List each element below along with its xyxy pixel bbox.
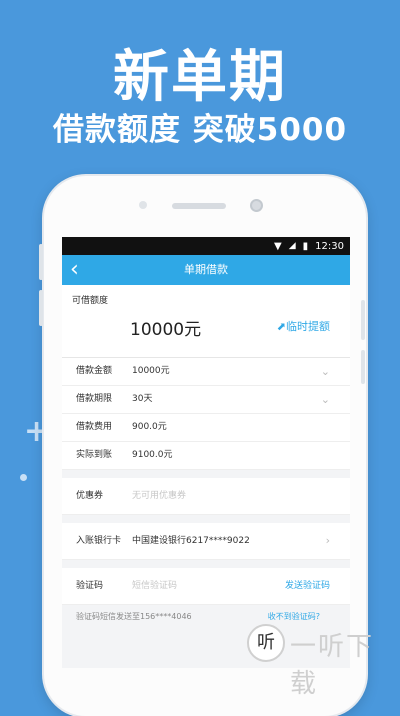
nav-bar: ‹ 单期借款 — [62, 255, 350, 285]
app-screen: ▼ ◢ ▮ 12:30 ‹ 单期借款 可借额度 10000元 ⬈临时提额 借款金… — [62, 237, 350, 668]
page-title: 单期借款 — [184, 263, 228, 276]
dot-decoration — [20, 474, 27, 481]
bank-value: 中国建设银行6217****9022 — [132, 536, 250, 546]
chevron-right-icon: › — [325, 534, 330, 547]
sms-hint-text: 验证码短信发送至156****4046 — [76, 612, 192, 621]
bank-group: 入账银行卡 中国建设银行6217****9022 › — [62, 523, 350, 560]
wifi-icon: ▼ — [274, 240, 282, 252]
phone-front-camera-icon — [250, 199, 263, 212]
phone-side-button-right-2 — [361, 350, 365, 384]
status-time: 12:30 — [315, 240, 344, 252]
promo-subline: 借款额度 突破5000 — [52, 112, 348, 148]
quota-label: 可借额度 — [72, 296, 109, 306]
row-value: 900.0元 — [132, 422, 167, 432]
promo-headline: 新单期 — [113, 45, 287, 110]
phone-camera-icon — [139, 201, 147, 209]
chevron-down-icon: ⌄ — [320, 393, 330, 406]
phone-side-button-right-1 — [361, 300, 365, 340]
battery-icon: ▮ — [302, 240, 309, 252]
row-value: 10000元 — [132, 366, 170, 376]
signal-icon: ◢ — [288, 241, 296, 251]
status-bar: ▼ ◢ ▮ 12:30 — [62, 237, 350, 255]
verify-label: 验证码 — [76, 581, 104, 591]
coupon-label: 优惠券 — [76, 491, 104, 501]
bank-label: 入账银行卡 — [76, 536, 122, 546]
verify-code-input[interactable]: 短信验证码 — [132, 568, 177, 604]
verify-code-row: 验证码 短信验证码 发送验证码 — [62, 568, 350, 605]
actual-received-row: 实际到账 9100.0元 — [62, 442, 350, 470]
watermark-text: 一听下载 — [290, 632, 375, 699]
quota-card: 可借额度 10000元 ⬈临时提额 — [62, 285, 350, 358]
quota-amount: 10000元 — [130, 320, 202, 340]
bank-card-row[interactable]: 入账银行卡 中国建设银行6217****9022 › — [62, 523, 350, 560]
row-label: 借款期限 — [76, 394, 113, 404]
watermark-logo-icon: 听 — [247, 624, 285, 662]
row-value: 30天 — [132, 394, 153, 404]
row-label: 借款费用 — [76, 422, 113, 432]
phone-side-button-left-1 — [39, 244, 43, 280]
row-label: 实际到账 — [76, 450, 113, 460]
coupon-row[interactable]: 优惠券 无可用优惠券 — [62, 478, 350, 515]
coupon-placeholder: 无可用优惠券 — [132, 491, 187, 501]
chevron-down-icon: ⌄ — [320, 365, 330, 378]
loan-term-row[interactable]: 借款期限 30天 ⌄ — [62, 386, 350, 414]
row-value: 9100.0元 — [132, 450, 173, 460]
loan-amount-row[interactable]: 借款金额 10000元 ⌄ — [62, 358, 350, 386]
phone-speaker — [172, 203, 226, 209]
row-label: 借款金额 — [76, 366, 113, 376]
phone-side-button-left-2 — [39, 290, 43, 326]
send-code-button[interactable]: 发送验证码 — [285, 568, 330, 604]
temporary-raise-link[interactable]: ⬈临时提额 — [277, 318, 330, 334]
edit-icon: ⬈ — [276, 320, 286, 333]
temporary-raise-label: 临时提额 — [286, 320, 330, 333]
coupon-group: 优惠券 无可用优惠券 — [62, 478, 350, 515]
verify-group: 验证码 短信验证码 发送验证码 — [62, 568, 350, 605]
loan-details: 借款金额 10000元 ⌄ 借款期限 30天 ⌄ 借款费用 900.0元 实际到… — [62, 358, 350, 470]
loan-fee-row: 借款费用 900.0元 — [62, 414, 350, 442]
